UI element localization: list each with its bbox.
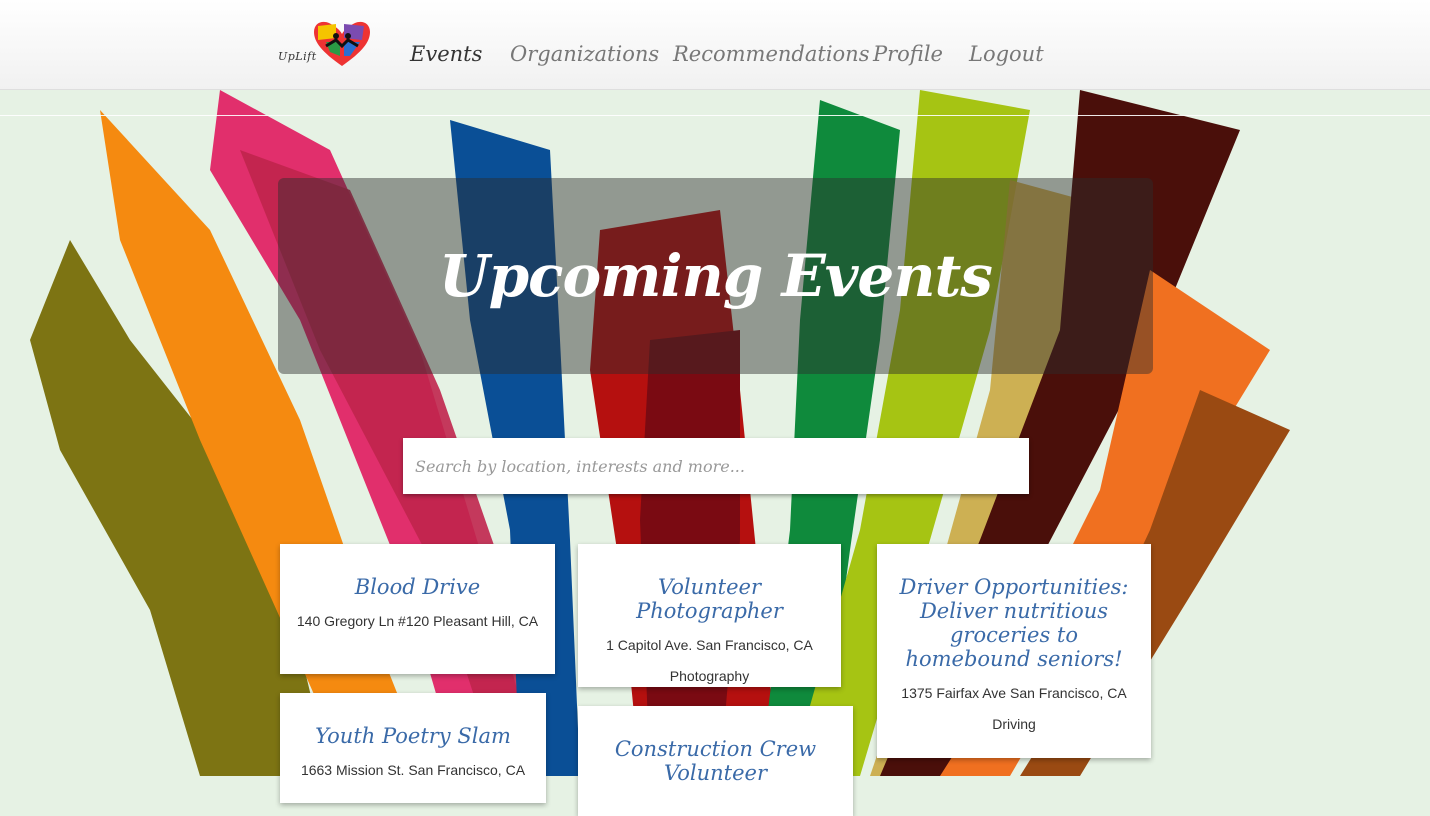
event-interest-tag: Driving: [992, 716, 1036, 732]
divider-line: [0, 115, 1430, 116]
uplift-logo[interactable]: UpLift: [278, 18, 370, 70]
nav-profile[interactable]: Profile: [873, 42, 943, 66]
search-input[interactable]: [403, 438, 1029, 494]
event-card[interactable]: Youth Poetry Slam 1663 Mission St. San F…: [280, 693, 546, 803]
event-address: 1663 Mission St. San Francisco, CA: [300, 762, 526, 778]
event-address: 1375 Fairfax Ave San Francisco, CA: [901, 685, 1127, 701]
nav-logout[interactable]: Logout: [969, 42, 1044, 66]
nav-events[interactable]: Events: [410, 42, 482, 66]
event-address: 140 Gregory Ln #120 Pleasant Hill, CA: [296, 613, 539, 629]
nav-organizations[interactable]: Organizations: [510, 42, 659, 66]
event-title[interactable]: Construction Crew Volunteer: [592, 737, 839, 785]
event-card[interactable]: Construction Crew Volunteer: [578, 706, 853, 816]
logo-text: UpLift: [278, 50, 317, 63]
event-card[interactable]: Driver Opportunities: Deliver nutritious…: [877, 544, 1151, 758]
navbar: UpLift Events Organizations Recommendati…: [0, 0, 1430, 90]
nav-recommendations[interactable]: Recommendations: [673, 42, 870, 66]
event-interest-tag: Photography: [669, 668, 750, 684]
event-title[interactable]: Driver Opportunities: Deliver nutritious…: [891, 575, 1137, 671]
event-title[interactable]: Youth Poetry Slam: [294, 724, 532, 748]
event-card[interactable]: Blood Drive 140 Gregory Ln #120 Pleasant…: [280, 544, 555, 674]
hero-banner: Upcoming Events: [278, 178, 1153, 374]
page-title: Upcoming Events: [439, 242, 993, 310]
event-title[interactable]: Volunteer Photographer: [592, 575, 827, 623]
event-title[interactable]: Blood Drive: [294, 575, 541, 599]
event-address: 1 Capitol Ave. San Francisco, CA: [606, 637, 813, 653]
event-card[interactable]: Volunteer Photographer 1 Capitol Ave. Sa…: [578, 544, 841, 687]
